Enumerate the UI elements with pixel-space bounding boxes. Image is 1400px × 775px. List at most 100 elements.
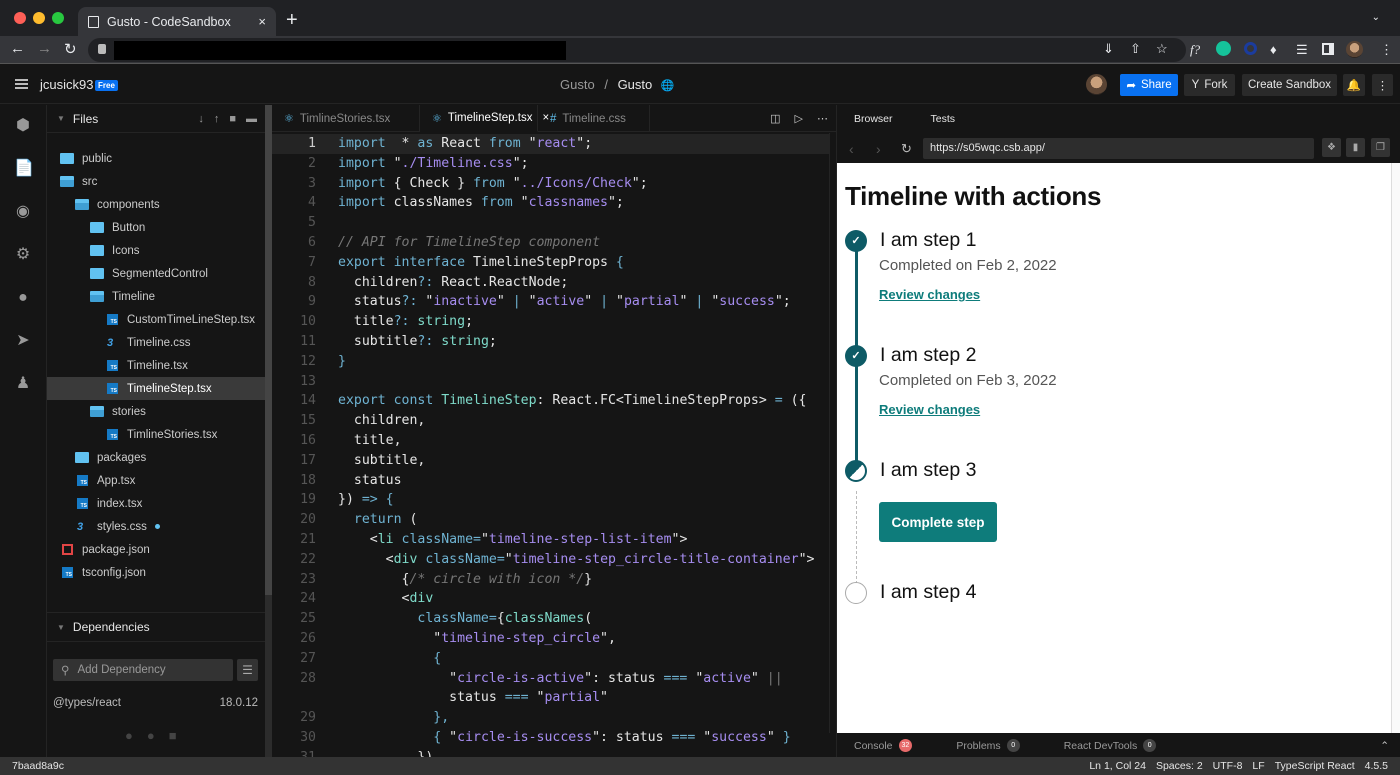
sidebar-scrollbar[interactable] <box>265 105 272 757</box>
new-folder-icon[interactable]: ▬ <box>246 113 257 125</box>
code-line[interactable]: 12} <box>272 352 836 372</box>
tab-console[interactable]: Console 32 <box>854 739 913 752</box>
back-icon[interactable]: ← <box>10 40 25 57</box>
formula-extension-icon[interactable]: f? <box>1190 42 1200 58</box>
code-line[interactable]: status === "partial" <box>272 688 836 708</box>
breadcrumb-current[interactable]: Gusto <box>618 77 653 92</box>
share-page-icon[interactable]: ⇧ <box>1130 41 1141 57</box>
file-tree-item[interactable]: 3 styles.css <box>47 515 265 538</box>
share-button[interactable]: ➦ Share <box>1120 74 1178 96</box>
code-line[interactable]: 19}) => { <box>272 490 836 510</box>
grammarly-extension-icon[interactable] <box>1216 41 1231 56</box>
back-icon[interactable]: ‹ <box>849 141 854 157</box>
github-icon[interactable]: ● <box>14 289 32 307</box>
extension-icon[interactable] <box>1244 42 1257 55</box>
cube-icon[interactable]: ⬢ <box>14 117 32 135</box>
file-tree-item[interactable]: components <box>47 193 265 216</box>
tab-browser[interactable]: Browser <box>854 113 893 125</box>
split-editor-icon[interactable]: ◫ <box>770 112 780 125</box>
fork-button[interactable]: Y Fork <box>1184 74 1235 96</box>
code-line[interactable]: 2 import "./Timeline.css"; <box>272 154 836 174</box>
files-section-header[interactable]: ▼ Files ↓ ↑ ■ ▬ <box>47 105 265 133</box>
file-tree-item[interactable]: package.json <box>47 538 265 561</box>
download-icon[interactable]: ↓ <box>198 113 204 125</box>
discord-icon[interactable]: ■ <box>169 728 177 743</box>
rocket-icon[interactable]: ➤ <box>14 332 32 350</box>
menu-icon[interactable] <box>15 79 28 89</box>
media-control-icon[interactable]: ☰ <box>1296 42 1308 58</box>
tab-problems[interactable]: Problems 0 <box>956 739 1020 752</box>
file-tree-item[interactable]: TS tsconfig.json <box>47 561 265 584</box>
new-file-icon[interactable]: ■ <box>229 113 236 125</box>
file-tree-item[interactable]: src <box>47 170 265 193</box>
code-line[interactable]: 28 "circle-is-active": status === "activ… <box>272 669 836 689</box>
indentation[interactable]: Spaces: 2 <box>1156 760 1203 772</box>
file-tree-item[interactable]: Timeline <box>47 285 265 308</box>
code-line[interactable]: 7 export interface TimelineStepProps { <box>272 253 836 273</box>
chevron-down-icon[interactable]: ⌄ <box>1372 12 1380 23</box>
username[interactable]: jcusick93 <box>40 77 93 92</box>
line-ending[interactable]: LF <box>1252 760 1264 772</box>
code-line[interactable]: 5 <box>272 213 836 233</box>
open-preview-icon[interactable]: ▷ <box>795 112 803 125</box>
tab-timeline-css[interactable]: # Timeline.css <box>538 105 650 132</box>
user-avatar[interactable] <box>1086 74 1107 95</box>
forward-icon[interactable]: → <box>37 40 52 57</box>
responsive-icon[interactable]: ▮ <box>1346 138 1365 157</box>
devtools-icon[interactable]: ❖ <box>1322 138 1341 157</box>
file-tree-item[interactable]: packages <box>47 446 265 469</box>
side-panel-icon[interactable] <box>1322 43 1334 55</box>
file-tree-item[interactable]: stories <box>47 400 265 423</box>
file-tree-item[interactable]: TS TimelineStep.tsx <box>47 377 265 400</box>
code-line[interactable]: 16 title, <box>272 431 836 451</box>
review-changes-link[interactable]: Review changes <box>879 402 980 417</box>
code-line[interactable]: 20 return ( <box>272 510 836 530</box>
open-new-window-icon[interactable]: ❐ <box>1371 138 1390 157</box>
github-icon[interactable]: ● <box>147 728 155 743</box>
twitter-icon[interactable]: ● <box>125 728 133 743</box>
refresh-icon[interactable]: ↻ <box>901 141 912 157</box>
close-tab-icon[interactable]: × <box>258 14 266 29</box>
encoding[interactable]: UTF-8 <box>1213 760 1243 772</box>
code-line[interactable]: 9 status?: "inactive" | "active" | "part… <box>272 292 836 312</box>
bookmark-star-icon[interactable]: ☆ <box>1156 41 1168 57</box>
code-line[interactable]: 10 title?: string; <box>272 312 836 332</box>
code-line[interactable]: 1 import * as React from "react"; <box>272 134 836 154</box>
users-icon[interactable]: ♟ <box>14 375 32 393</box>
dependency-item[interactable]: @types/react 18.0.12 <box>53 697 258 709</box>
code-line[interactable]: 27 { <box>272 649 836 669</box>
file-tree-item[interactable]: Icons <box>47 239 265 262</box>
new-tab-button[interactable]: + <box>286 9 298 32</box>
file-tree-item[interactable]: TS CustomTimeLineStep.tsx <box>47 308 265 331</box>
file-tree-item[interactable]: TS TimlineStories.tsx <box>47 423 265 446</box>
code-line[interactable]: 30 { "circle-is-success": status === "su… <box>272 728 836 748</box>
code-line[interactable]: 17 subtitle, <box>272 451 836 471</box>
file-tree-item[interactable]: TS index.tsx <box>47 492 265 515</box>
code-line[interactable]: 23 {/* circle with icon */} <box>272 570 836 590</box>
more-menu-button[interactable]: ⋮ <box>1372 74 1393 96</box>
file-tree-item[interactable]: public <box>47 147 265 170</box>
code-line[interactable]: 8 children?: React.ReactNode; <box>272 273 836 293</box>
install-icon[interactable]: ⇓ <box>1103 41 1114 57</box>
tab-react-devtools[interactable]: React DevTools 0 <box>1064 739 1157 752</box>
code-line[interactable]: 22 <div className="timeline-step_circle-… <box>272 550 836 570</box>
review-changes-link[interactable]: Review changes <box>879 287 980 302</box>
code-line[interactable]: 13 <box>272 372 836 392</box>
breadcrumb-parent[interactable]: Gusto <box>560 77 595 92</box>
file-tree-item[interactable]: Button <box>47 216 265 239</box>
code-line[interactable]: 11 subtitle?: string; <box>272 332 836 352</box>
code-line[interactable]: 15 children, <box>272 411 836 431</box>
minimize-window-button[interactable] <box>33 12 45 24</box>
gear-icon[interactable]: ⚙ <box>14 246 32 264</box>
profile-avatar[interactable] <box>1346 41 1363 58</box>
dependency-menu-button[interactable]: ☰ <box>237 659 258 681</box>
chevron-up-icon[interactable]: ⌃ <box>1380 740 1389 752</box>
file-tree-item[interactable]: 3 Timeline.css <box>47 331 265 354</box>
forward-icon[interactable]: › <box>876 141 881 157</box>
code-line[interactable]: 21 <li className="timeline-step-list-ite… <box>272 530 836 550</box>
complete-step-button[interactable]: Complete step <box>879 502 997 542</box>
maximize-window-button[interactable] <box>52 12 64 24</box>
file-tree-item[interactable]: TS Timeline.tsx <box>47 354 265 377</box>
dependencies-header[interactable]: ▼ Dependencies <box>47 613 265 642</box>
address-bar[interactable]: ⇓ ⇧ ☆ <box>88 38 1186 62</box>
